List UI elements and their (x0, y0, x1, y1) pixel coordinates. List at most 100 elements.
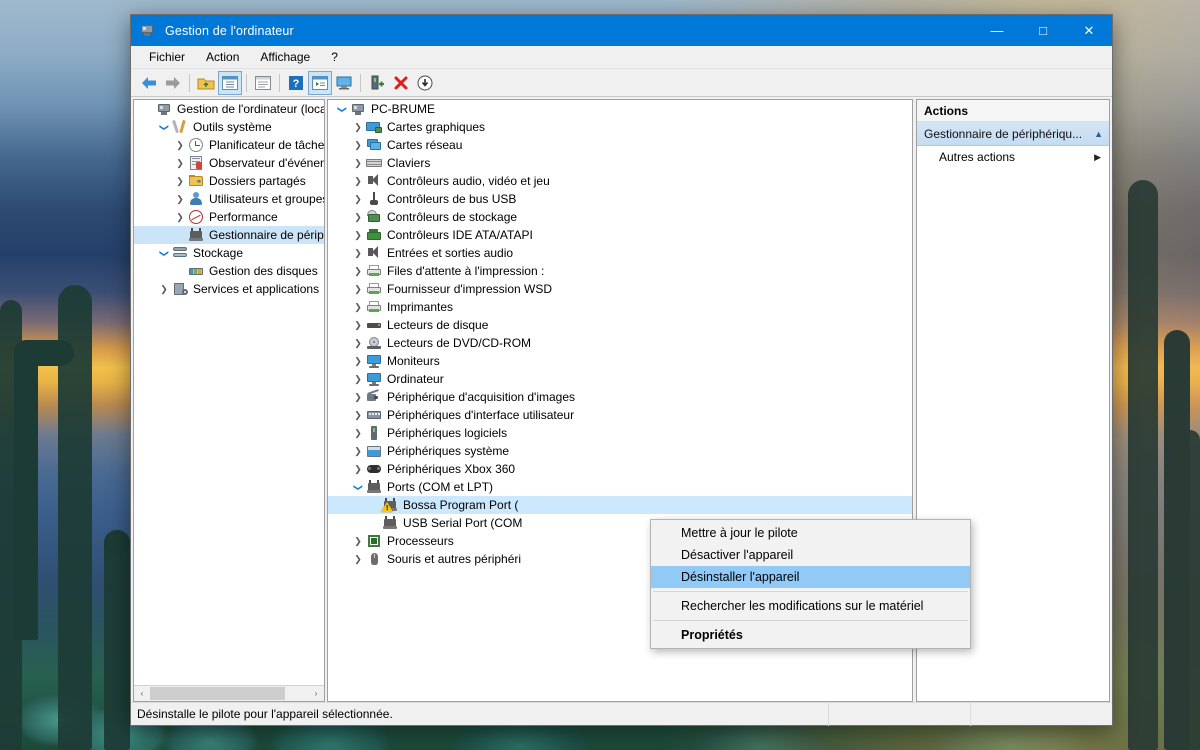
tree-item[interactable]: ❯Utilisateurs et groupes l (134, 190, 324, 208)
tree-item[interactable]: ❯Planificateur de tâches (134, 136, 324, 154)
chevron-down-icon[interactable]: ❯ (159, 245, 170, 261)
context-menu-item[interactable]: Propriétés (651, 624, 970, 646)
chevron-up-icon[interactable]: ▲ (1094, 129, 1103, 139)
menu-action[interactable]: Action (197, 47, 248, 67)
tree-item[interactable]: ❯Gestion de l'ordinateur (local) (134, 100, 324, 118)
tree-item[interactable]: ❯Lecteurs de DVD/CD-ROM (328, 334, 912, 352)
tree-item[interactable]: ❯Périphériques Xbox 360 (328, 460, 912, 478)
scroll-track[interactable] (150, 686, 308, 701)
tree-item[interactable]: ❯Gestion des disques (134, 262, 324, 280)
chevron-down-icon[interactable]: ❯ (353, 479, 364, 495)
tree-item[interactable]: ❯Observateur d'événeme (134, 154, 324, 172)
chevron-right-icon[interactable]: ❯ (350, 140, 366, 151)
chevron-right-icon[interactable]: ❯ (172, 212, 188, 223)
uninstall-device-icon[interactable] (389, 71, 413, 95)
tree-item[interactable]: ❯!Bossa Program Port ( (328, 496, 912, 514)
tree-item[interactable]: ❯Cartes réseau (328, 136, 912, 154)
chevron-right-icon[interactable]: ❯ (350, 464, 366, 475)
chevron-right-icon[interactable]: ❯ (350, 248, 366, 259)
context-menu-item[interactable]: Rechercher les modifications sur le maté… (651, 595, 970, 617)
scroll-left-button[interactable]: ‹ (134, 686, 150, 701)
minimize-button[interactable]: — (974, 15, 1020, 46)
tree-item[interactable]: ❯Services et applications (134, 280, 324, 298)
tree-item[interactable]: ❯ Performance (134, 208, 324, 226)
chevron-right-icon[interactable]: ❯ (350, 158, 366, 169)
scroll-thumb[interactable] (150, 687, 285, 700)
tree-item-label: Performance (209, 210, 278, 224)
context-menu-item[interactable]: Désinstaller l'appareil (651, 566, 970, 588)
tree-item[interactable]: ❯Ports (COM et LPT) (328, 478, 912, 496)
tree-item[interactable]: ❯Imprimantes (328, 298, 912, 316)
chevron-right-icon[interactable]: ❯ (350, 536, 366, 547)
view-list-icon[interactable] (308, 71, 332, 95)
tree-item[interactable]: ❯Contrôleurs audio, vidéo et jeu (328, 172, 912, 190)
tree-item[interactable]: ❯Outils système (134, 118, 324, 136)
tree-item[interactable]: ❯Cartes graphiques (328, 118, 912, 136)
tree-item[interactable]: ❯PC-BRUME (328, 100, 912, 118)
update-driver-icon[interactable] (365, 71, 389, 95)
menu-affichage[interactable]: Affichage (251, 47, 319, 67)
tree-item[interactable]: ❯Gestionnaire de périphé (134, 226, 324, 244)
forward-icon[interactable] (161, 71, 185, 95)
left-horizontal-scrollbar[interactable]: ‹ › (134, 685, 324, 701)
context-menu-item[interactable]: Désactiver l'appareil (651, 544, 970, 566)
chevron-right-icon[interactable]: ❯ (350, 356, 366, 367)
menu-fichier[interactable]: Fichier (140, 47, 194, 67)
chevron-right-icon[interactable]: ❯ (350, 446, 366, 457)
chevron-right-icon[interactable]: ❯ (350, 194, 366, 205)
chevron-right-icon[interactable]: ❯ (172, 140, 188, 151)
actions-more-actions[interactable]: Autres actions ▶ (917, 146, 1109, 168)
chevron-right-icon[interactable]: ❯ (350, 392, 366, 403)
chevron-right-icon[interactable]: ❯ (350, 212, 366, 223)
tree-item[interactable]: ❯Fournisseur d'impression WSD (328, 280, 912, 298)
tree-item[interactable]: ❯Périphériques logiciels (328, 424, 912, 442)
chevron-down-icon[interactable]: ❯ (159, 119, 170, 135)
chevron-right-icon[interactable]: ❯ (350, 266, 366, 277)
chevron-right-icon[interactable]: ❯ (156, 284, 172, 295)
maximize-button[interactable]: □ (1020, 15, 1066, 46)
tree-item[interactable]: ❯Périphériques système (328, 442, 912, 460)
properties-icon[interactable] (251, 71, 275, 95)
chevron-right-icon[interactable]: ❯ (350, 176, 366, 187)
tree-item[interactable]: ❯Claviers (328, 154, 912, 172)
chevron-right-icon[interactable]: ❯ (350, 428, 366, 439)
chevron-right-icon[interactable]: ❯ (350, 284, 366, 295)
chevron-down-icon[interactable]: ❯ (337, 101, 348, 117)
chevron-right-icon[interactable]: ❯ (172, 176, 188, 187)
chevron-right-icon[interactable]: ❯ (350, 230, 366, 241)
tree-item[interactable]: ❯Contrôleurs de stockage (328, 208, 912, 226)
tree-item[interactable]: ❯Périphériques d'interface utilisateur (328, 406, 912, 424)
chevron-right-icon[interactable]: ❯ (350, 374, 366, 385)
device-context-menu[interactable]: Mettre à jour le piloteDésactiver l'appa… (650, 519, 971, 649)
show-hide-tree-icon[interactable] (218, 71, 242, 95)
help-icon[interactable]: ? (284, 71, 308, 95)
tree-item[interactable]: ❯Périphérique d'acquisition d'images (328, 388, 912, 406)
tree-item[interactable]: ❯Moniteurs (328, 352, 912, 370)
scroll-right-button[interactable]: › (308, 686, 324, 701)
tree-item[interactable]: ❯Contrôleurs IDE ATA/ATAPI (328, 226, 912, 244)
chevron-right-icon[interactable]: ❯ (350, 554, 366, 565)
scan-hardware-icon[interactable] (413, 71, 437, 95)
chevron-right-icon[interactable]: ❯ (172, 158, 188, 169)
tree-item[interactable]: ❯⚭Dossiers partagés (134, 172, 324, 190)
chevron-right-icon[interactable]: ❯ (350, 338, 366, 349)
console-window-icon[interactable] (332, 71, 356, 95)
actions-group-header[interactable]: Gestionnaire de périphériqu... ▲ (917, 122, 1109, 146)
context-menu-item[interactable]: Mettre à jour le pilote (651, 522, 970, 544)
menu-aide[interactable]: ? (322, 47, 347, 67)
tree-item[interactable]: ❯Lecteurs de disque (328, 316, 912, 334)
chevron-right-icon[interactable]: ❯ (350, 302, 366, 313)
tree-item[interactable]: ❯Ordinateur (328, 370, 912, 388)
console-tree[interactable]: ❯Gestion de l'ordinateur (local)❯Outils … (134, 100, 324, 685)
back-icon[interactable] (137, 71, 161, 95)
chevron-right-icon[interactable]: ❯ (350, 410, 366, 421)
chevron-right-icon[interactable]: ❯ (350, 122, 366, 133)
tree-item[interactable]: ❯Entrées et sorties audio (328, 244, 912, 262)
tree-item[interactable]: ❯Contrôleurs de bus USB (328, 190, 912, 208)
tree-item[interactable]: ❯Files d'attente à l'impression : (328, 262, 912, 280)
tree-item[interactable]: ❯Stockage (134, 244, 324, 262)
up-folder-icon[interactable] (194, 71, 218, 95)
close-button[interactable]: ✕ (1066, 15, 1112, 46)
chevron-right-icon[interactable]: ❯ (350, 320, 366, 331)
chevron-right-icon[interactable]: ❯ (172, 194, 188, 205)
